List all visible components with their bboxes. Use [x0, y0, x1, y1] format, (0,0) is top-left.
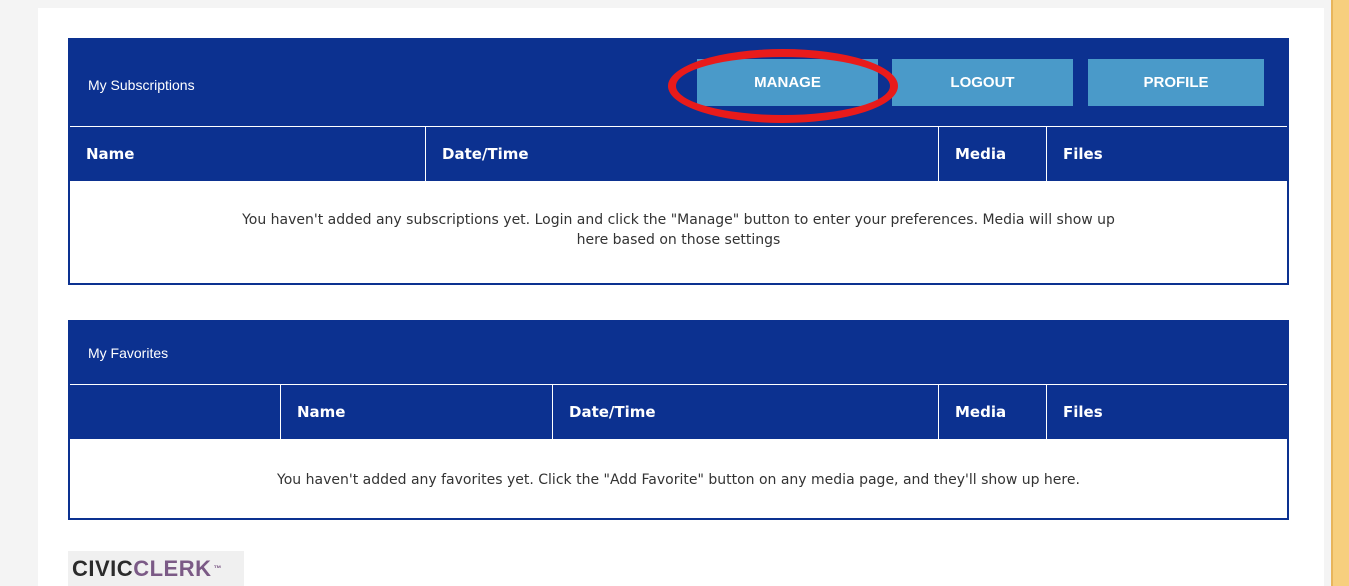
favorites-table-header: Name Date/Time Media Files — [70, 384, 1287, 439]
civicclerk-logo: CIVIC CLERK ™ — [68, 551, 244, 586]
right-sidebar-edge — [1331, 0, 1333, 586]
column-header-name[interactable]: Name — [70, 127, 425, 181]
logout-button[interactable]: LOGOUT — [892, 59, 1073, 106]
subscriptions-empty-line-1: You haven't added any subscriptions yet.… — [242, 212, 1115, 228]
logo-civic: CIVIC — [72, 555, 134, 581]
favorites-header: My Favorites — [70, 322, 1287, 384]
profile-button[interactable]: PROFILE — [1088, 59, 1264, 106]
column-header-media[interactable]: Media — [938, 385, 1046, 439]
subscriptions-empty-line-2: here based on those settings — [576, 232, 781, 248]
column-header-name[interactable]: Name — [280, 385, 552, 439]
column-header-blank — [70, 385, 280, 439]
subscriptions-table-header: Name Date/Time Media Files — [70, 126, 1287, 181]
manage-highlight-circle — [668, 49, 898, 123]
column-header-files[interactable]: Files — [1046, 127, 1289, 181]
logo-clerk: CLERK — [133, 555, 212, 581]
right-sidebar-strip — [1331, 0, 1349, 586]
subscriptions-empty-message: You haven't added any subscriptions yet.… — [70, 210, 1287, 250]
favorites-empty-message: You haven't added any favorites yet. Cli… — [277, 472, 1080, 488]
favorites-panel: My Favorites Name Date/Time Media Files … — [68, 320, 1289, 520]
logo-trademark: ™ — [213, 564, 222, 573]
column-header-media[interactable]: Media — [938, 127, 1046, 181]
column-header-datetime[interactable]: Date/Time — [425, 127, 938, 181]
favorites-title: My Favorites — [88, 345, 169, 361]
subscriptions-title: My Subscriptions — [88, 77, 195, 93]
column-header-datetime[interactable]: Date/Time — [552, 385, 938, 439]
column-header-files[interactable]: Files — [1046, 385, 1289, 439]
